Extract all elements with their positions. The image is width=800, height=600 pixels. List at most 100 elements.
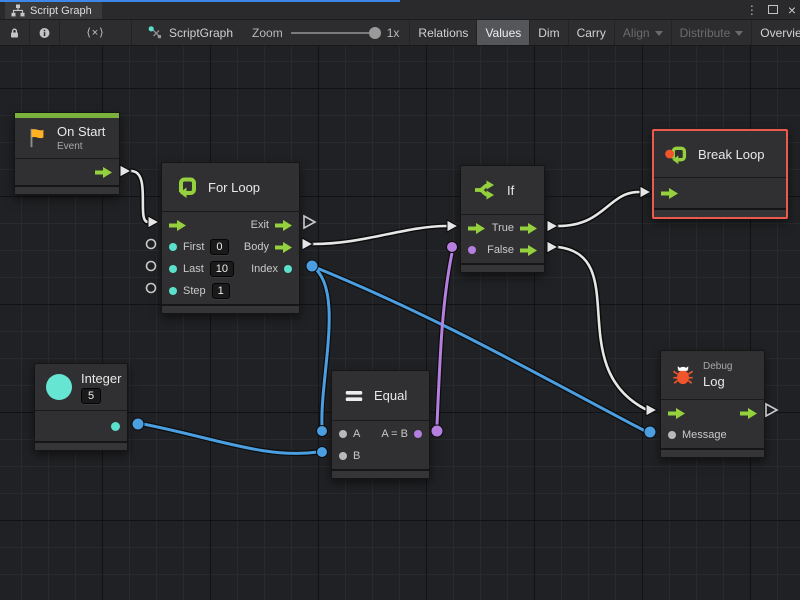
node-title: Break Loop (698, 147, 765, 162)
first-value-input[interactable]: 0 (210, 239, 228, 255)
flow-input-port[interactable] (661, 188, 678, 199)
node-footer (35, 441, 127, 450)
zoom-control: Zoom 1x (242, 20, 409, 45)
step-input-port[interactable] (169, 287, 177, 295)
lock-button[interactable] (0, 20, 30, 45)
port-row: True (461, 217, 544, 239)
node-title: For Loop (208, 180, 260, 195)
branch-icon (472, 177, 498, 203)
a-input-port[interactable] (339, 430, 347, 438)
integer-type-icon (46, 374, 72, 400)
integer-output-port[interactable] (111, 422, 120, 431)
port-label-body: Body (244, 241, 269, 253)
b-input-port[interactable] (339, 452, 347, 460)
window-maximize-icon[interactable] (768, 5, 778, 14)
code-icon: ⟨×⟩ (86, 26, 104, 39)
port-row (661, 402, 764, 424)
body-output-port[interactable] (275, 242, 292, 253)
lock-icon (9, 26, 20, 40)
port-label-true: True (492, 222, 514, 234)
graph-canvas[interactable]: On Start Event For Loop (0, 46, 800, 600)
true-output-port[interactable] (520, 223, 537, 234)
dim-button[interactable]: Dim (530, 20, 568, 45)
graph-breadcrumb[interactable]: ScriptGraph (138, 20, 242, 45)
port-label-first: First (183, 241, 204, 253)
port-label-b: B (353, 450, 360, 462)
first-input-port[interactable] (169, 243, 177, 251)
port-row: Message (661, 424, 764, 446)
overview-button[interactable]: Overview (752, 20, 800, 45)
chevron-down-icon (655, 31, 663, 36)
index-output-port[interactable] (284, 265, 292, 273)
node-subtitle: Debug (703, 361, 732, 372)
false-output-port[interactable] (520, 245, 537, 256)
condition-input-port[interactable] (468, 246, 476, 254)
port-label-result: A = B (381, 428, 408, 440)
port-label-false: False (487, 244, 514, 256)
node-footer (15, 185, 119, 194)
carry-button[interactable]: Carry (569, 20, 615, 45)
bug-icon (672, 364, 694, 386)
port-label-message: Message (682, 429, 727, 441)
port-row: Last 10 Index (162, 258, 299, 280)
graph-breadcrumb-label: ScriptGraph (169, 26, 233, 40)
relations-button[interactable]: Relations (409, 20, 477, 45)
message-input-port[interactable] (668, 431, 676, 439)
port-row: First 0 Body (162, 236, 299, 258)
node-title: Integer (81, 371, 121, 386)
node-if[interactable]: If True False (460, 165, 545, 273)
node-equal[interactable]: Equal A A = B B (331, 370, 430, 479)
info-button[interactable] (30, 20, 60, 45)
flow-output-port[interactable] (95, 167, 112, 178)
integer-value-input[interactable]: 5 (81, 388, 101, 404)
port-row (654, 180, 786, 206)
flow-input-port[interactable] (468, 223, 485, 234)
node-footer (332, 469, 429, 478)
flow-input-port[interactable] (668, 408, 685, 419)
node-title: Log (703, 374, 732, 389)
port-row: Exit (162, 214, 299, 236)
graph-hierarchy-icon (11, 4, 25, 17)
node-footer (654, 208, 786, 217)
script-graph-icon (147, 25, 163, 40)
step-value-input[interactable]: 1 (212, 283, 230, 299)
node-break-loop[interactable]: Break Loop (652, 129, 788, 219)
port-row: False (461, 239, 544, 261)
flow-input-port[interactable] (169, 220, 186, 231)
zoom-slider[interactable] (291, 32, 379, 34)
node-integer[interactable]: Integer 5 (34, 363, 128, 451)
values-button[interactable]: Values (477, 20, 530, 45)
last-input-port[interactable] (169, 265, 177, 273)
port-row: Step 1 (162, 280, 299, 302)
port-label-last: Last (183, 263, 204, 275)
port-row (35, 413, 127, 439)
graph-toolbar: ⟨×⟩ ScriptGraph Zoom 1x Relations Values… (0, 19, 800, 46)
node-title: On Start (57, 124, 105, 139)
node-footer (162, 304, 299, 313)
zoom-value: 1x (387, 26, 400, 40)
node-debug-log[interactable]: Debug Log Message (660, 350, 765, 458)
port-row: A A = B (332, 423, 429, 445)
port-row: B (332, 445, 429, 467)
align-button[interactable]: Align (615, 20, 672, 45)
window-close-icon[interactable]: × (788, 5, 796, 15)
loop-icon (173, 174, 199, 200)
last-value-input[interactable]: 10 (210, 261, 234, 277)
node-title: If (507, 183, 514, 198)
exit-output-port[interactable] (275, 220, 292, 231)
zoom-slider-handle[interactable] (369, 27, 381, 39)
code-toggle-button[interactable]: ⟨×⟩ (60, 20, 132, 45)
tab-script-graph[interactable]: Script Graph (5, 2, 102, 19)
window-menu-icon[interactable]: ⋮ (746, 3, 758, 17)
port-row (15, 161, 119, 183)
node-for-loop[interactable]: For Loop Exit First 0 Body (161, 162, 300, 314)
node-subtitle: Event (57, 141, 105, 152)
node-title: Equal (374, 388, 407, 403)
flow-output-port[interactable] (740, 408, 757, 419)
break-loop-icon (665, 142, 689, 166)
node-on-start[interactable]: On Start Event (14, 112, 120, 195)
distribute-button[interactable]: Distribute (672, 20, 753, 45)
result-output-port[interactable] (414, 430, 422, 438)
zoom-label: Zoom (252, 26, 283, 40)
flag-icon (26, 127, 48, 149)
